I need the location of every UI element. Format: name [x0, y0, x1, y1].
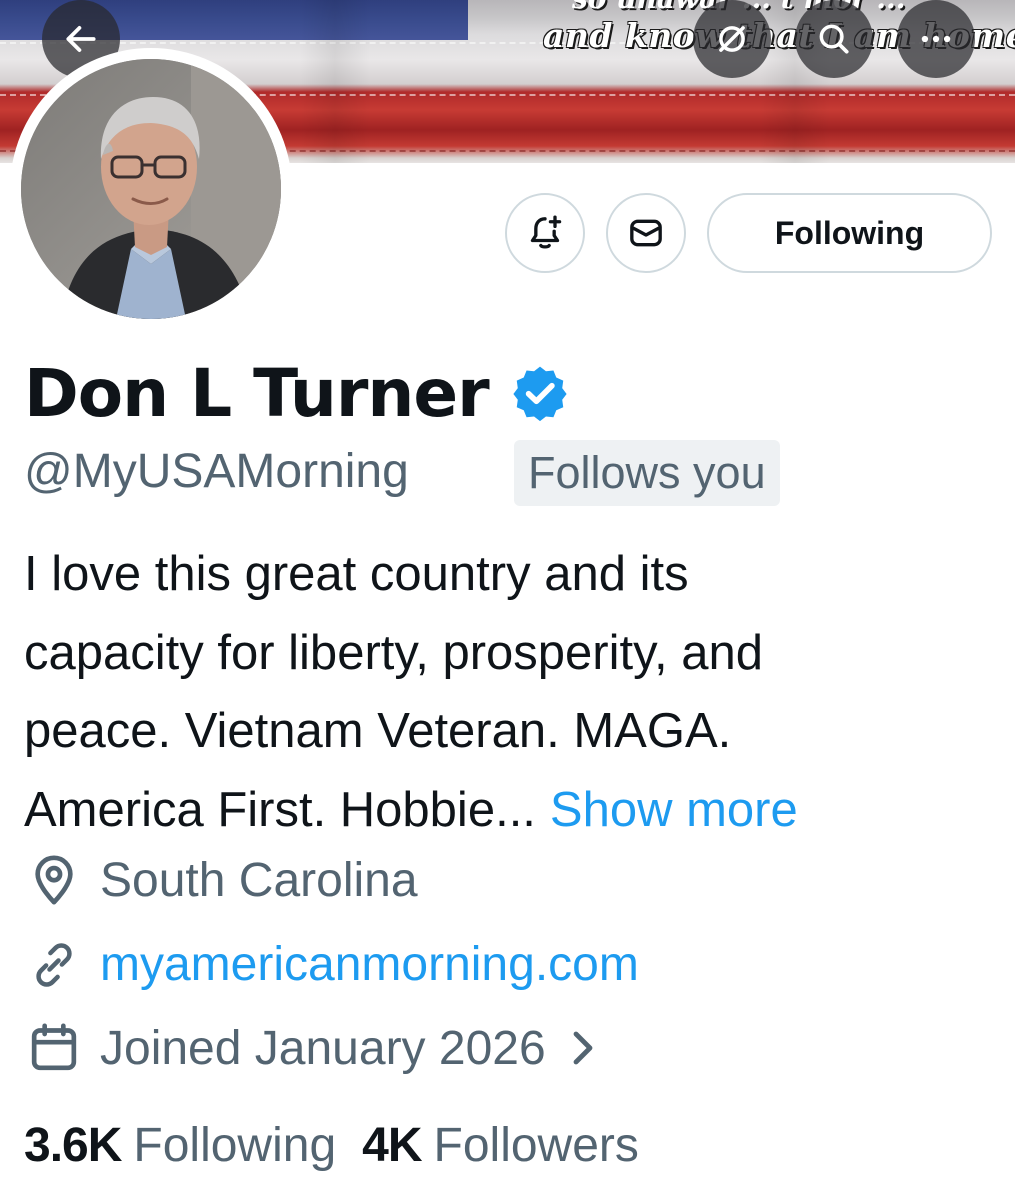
location-row: South Carolina: [24, 852, 418, 908]
website-row[interactable]: myamericanmorning.com: [24, 937, 639, 992]
bio-line: peace. Vietnam Veteran. MAGA.: [24, 704, 732, 758]
following-button[interactable]: Following: [707, 193, 992, 273]
website-link[interactable]: myamericanmorning.com: [100, 937, 639, 992]
joined-row[interactable]: Joined January 2026: [24, 1020, 596, 1076]
followers-stat[interactable]: 4K Followers: [362, 1118, 639, 1173]
message-button[interactable]: [606, 193, 686, 273]
bell-plus-icon: [530, 215, 562, 249]
bio-line: capacity for liberty, prosperity, and: [24, 625, 763, 680]
bio-line: I love this great country and its: [24, 547, 689, 601]
display-name: Don L Turner: [24, 355, 490, 432]
profile-bio: I love this great country and its capaci…: [24, 535, 1004, 849]
cast-button[interactable]: [693, 0, 771, 78]
show-more-link[interactable]: Show more: [550, 783, 798, 837]
flag-fold: [300, 0, 370, 163]
follows-you-badge: Follows you: [514, 440, 780, 506]
bio-line: America First. Hobbie...: [24, 782, 536, 837]
bio-line-last: America First. Hobbie... Show more: [24, 771, 1004, 850]
more-options-button[interactable]: [897, 0, 975, 78]
more-icon: [921, 35, 951, 43]
user-handle: @MyUSAMorning: [24, 445, 409, 498]
link-icon: [24, 938, 84, 992]
location-pin-icon: [24, 852, 84, 908]
followers-count: 4K: [362, 1119, 422, 1172]
chevron-right-icon[interactable]: [570, 1028, 596, 1068]
calendar-icon: [24, 1020, 84, 1076]
back-arrow-icon: [66, 26, 96, 52]
following-count: 3.6K: [24, 1119, 122, 1172]
envelope-icon: [630, 219, 662, 247]
profile-avatar[interactable]: [10, 48, 292, 330]
following-label: Following: [133, 1119, 337, 1172]
location-text: South Carolina: [100, 853, 418, 907]
search-icon: [819, 24, 849, 54]
verified-badge-icon[interactable]: [509, 362, 571, 429]
joined-date-text: Joined January 2026: [100, 1021, 546, 1075]
cast-icon: [719, 26, 745, 52]
follow-stats: 3.6K Following 4K Followers: [24, 1118, 639, 1173]
followers-label: Followers: [433, 1119, 639, 1172]
search-button[interactable]: [795, 0, 873, 78]
following-stat[interactable]: 3.6K Following: [24, 1118, 336, 1173]
notifications-button[interactable]: [505, 193, 585, 273]
avatar-photo: [21, 59, 281, 319]
